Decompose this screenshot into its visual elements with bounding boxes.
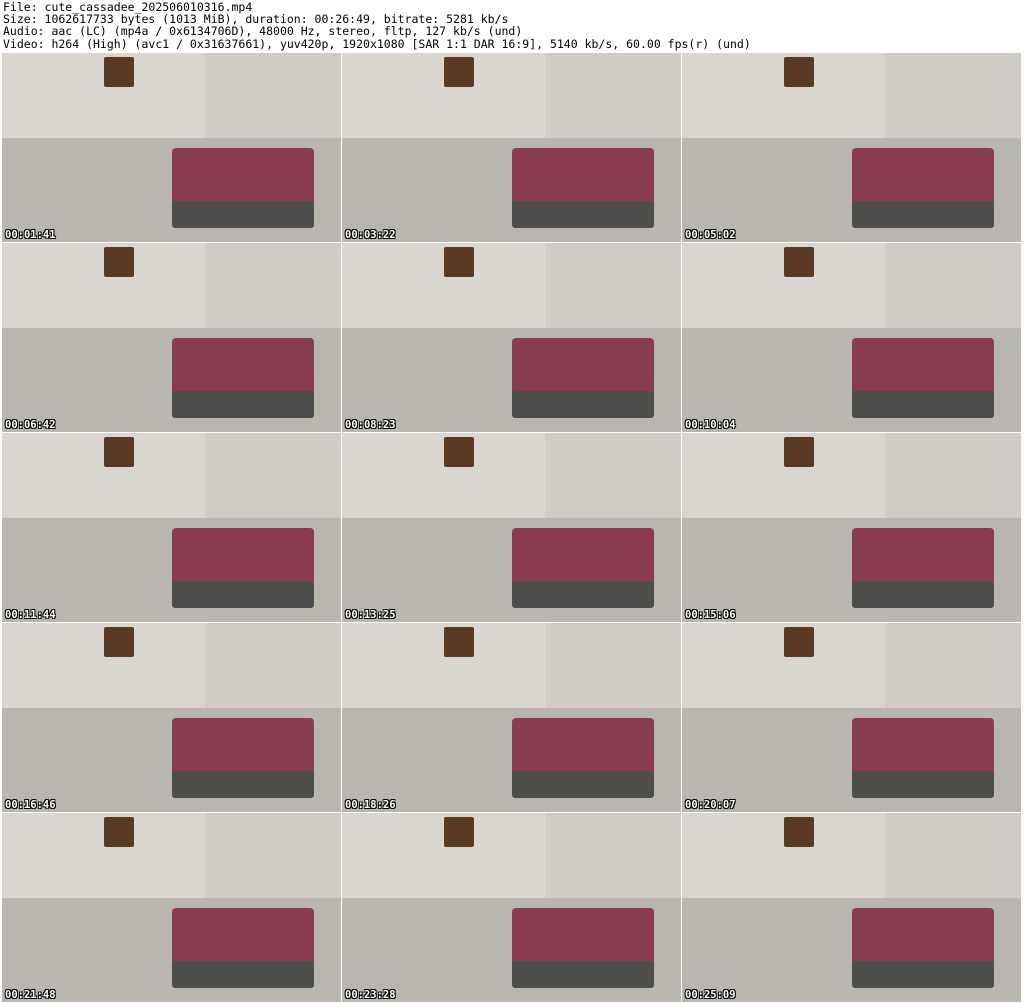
video-thumbnail: 00:06:42 [2,243,341,432]
dartboard-placeholder [103,436,135,467]
video-thumbnail: 00:18:26 [342,623,681,812]
couch-placeholder [511,527,655,608]
timestamp-label: 00:18:26 [345,799,396,811]
timestamp-label: 00:21:48 [5,989,56,1001]
couch-placeholder [171,147,315,228]
couch-placeholder [851,907,995,988]
timestamp-label: 00:23:28 [345,989,396,1001]
timestamp-label: 00:10:04 [685,419,736,431]
dartboard-placeholder [443,246,475,277]
couch-placeholder [511,337,655,418]
timestamp-label: 00:25:09 [685,989,736,1001]
video-thumbnail: 00:01:41 [2,53,341,242]
couch-placeholder [171,337,315,418]
timestamp-label: 00:20:07 [685,799,736,811]
video-thumbnail: 00:10:04 [682,243,1021,432]
dartboard-placeholder [783,56,815,87]
video-thumbnail: 00:11:44 [2,433,341,622]
dartboard-placeholder [443,436,475,467]
video-thumbnail: 00:05:02 [682,53,1021,242]
video-thumbnail: 00:21:48 [2,813,341,1002]
video-thumbnail: 00:16:46 [2,623,341,812]
video-thumbnail: 00:08:23 [342,243,681,432]
timestamp-label: 00:06:42 [5,419,56,431]
couch-placeholder [851,337,995,418]
dartboard-placeholder [443,626,475,657]
timestamp-label: 00:05:02 [685,229,736,241]
couch-placeholder [851,717,995,798]
timestamp-label: 00:08:23 [345,419,396,431]
video-thumbnail: 00:20:07 [682,623,1021,812]
couch-placeholder [171,717,315,798]
video-thumbnail: 00:15:06 [682,433,1021,622]
audio-line: Audio: aac (LC) (mp4a / 0x6134706D), 480… [3,24,523,39]
dartboard-placeholder [783,246,815,277]
couch-placeholder [851,147,995,228]
timestamp-label: 00:13:25 [345,609,396,621]
video-thumbnail: 00:25:09 [682,813,1021,1002]
video-thumbnail: 00:13:25 [342,433,681,622]
dartboard-placeholder [443,56,475,87]
couch-placeholder [171,527,315,608]
couch-placeholder [511,147,655,228]
video-thumbnail: 00:03:22 [342,53,681,242]
dartboard-placeholder [103,56,135,87]
file-info-header: File: cute_cassadee_202506010316.mp4 Size… [3,1,751,50]
couch-placeholder [171,907,315,988]
dartboard-placeholder [103,626,135,657]
dartboard-placeholder [783,626,815,657]
timestamp-label: 00:11:44 [5,609,56,621]
dartboard-placeholder [443,816,475,847]
timestamp-label: 00:16:46 [5,799,56,811]
video-line: Video: h264 (High) (avc1 / 0x31637661), … [3,36,751,51]
couch-placeholder [511,907,655,988]
thumbnail-grid: 00:01:41 00:03:22 00:05:02 00:06:42 00:08:23… [2,53,1021,1002]
couch-placeholder [511,717,655,798]
dartboard-placeholder [103,816,135,847]
dartboard-placeholder [103,246,135,277]
timestamp-label: 00:15:06 [685,609,736,621]
dartboard-placeholder [783,436,815,467]
timestamp-label: 00:03:22 [345,229,396,241]
couch-placeholder [851,527,995,608]
timestamp-label: 00:01:41 [5,229,56,241]
video-thumbnail: 00:23:28 [342,813,681,1002]
dartboard-placeholder [783,816,815,847]
